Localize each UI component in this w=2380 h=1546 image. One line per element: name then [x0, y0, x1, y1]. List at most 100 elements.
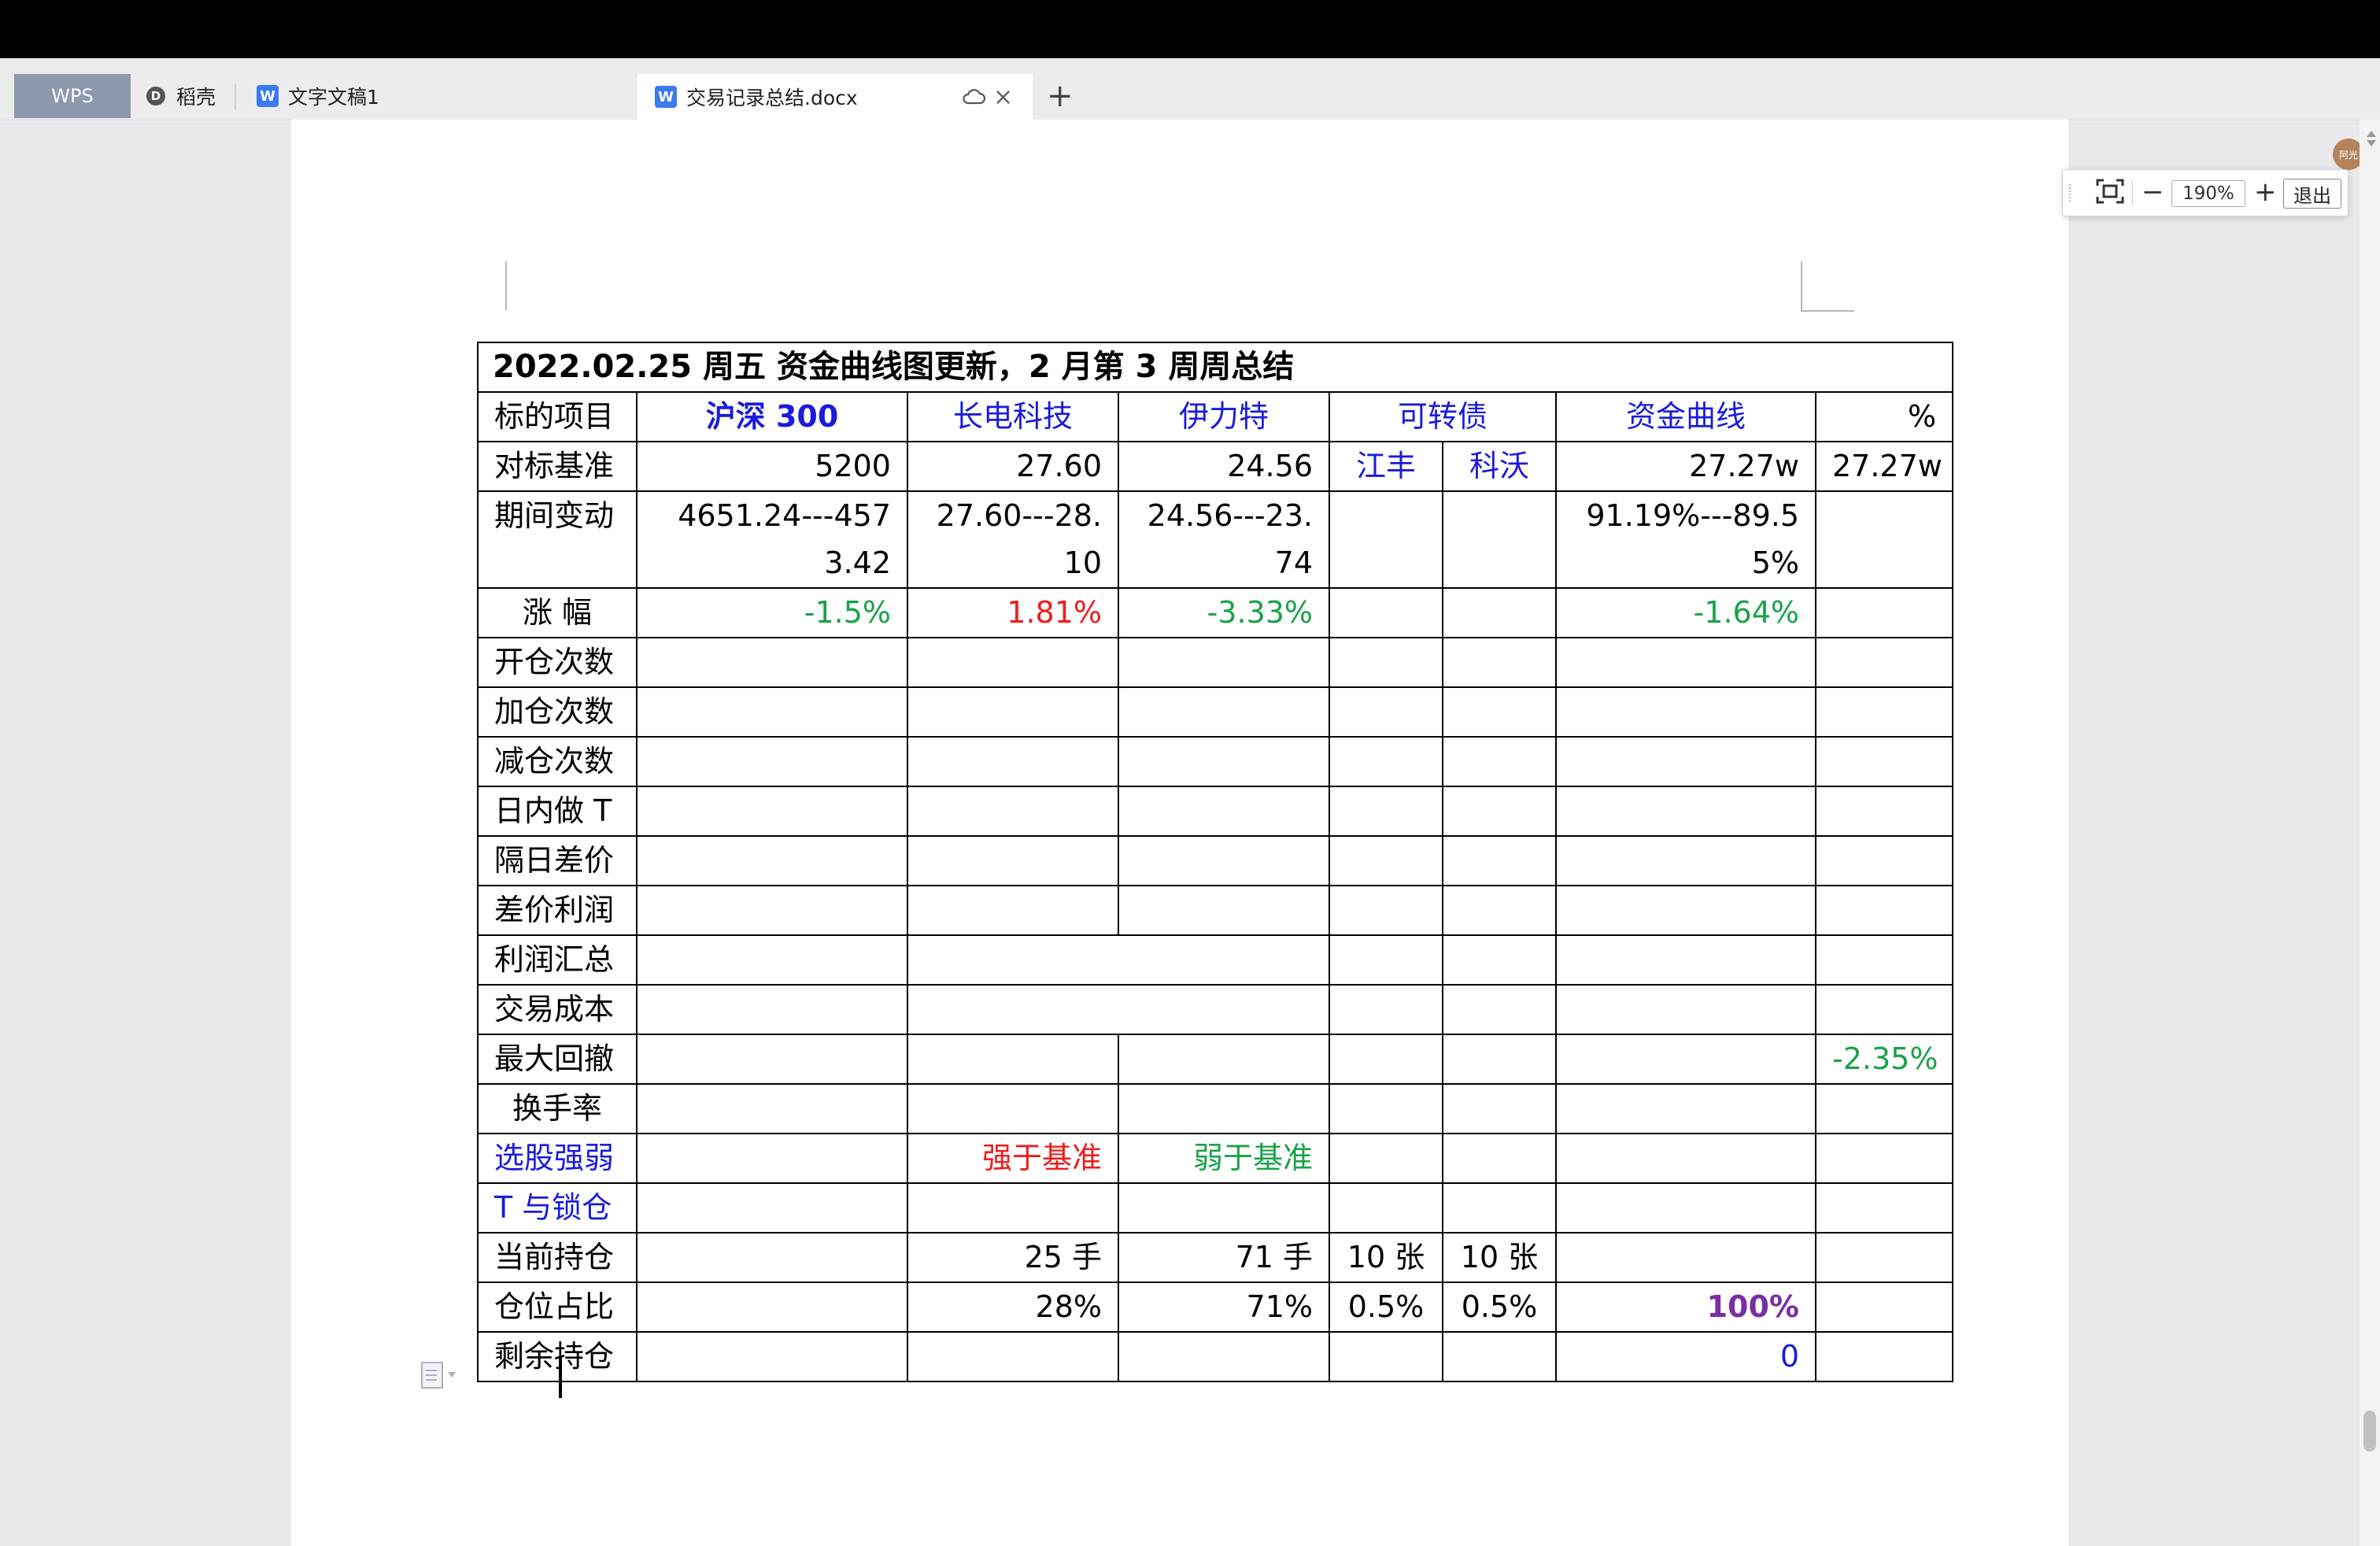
row-label: 交易成本 — [477, 984, 638, 1035]
cloud-icon[interactable] — [962, 74, 985, 120]
table-cell: 25 手 — [907, 1232, 1119, 1283]
table-cell — [1814, 1083, 1954, 1134]
scroll-down-icon[interactable] — [2367, 140, 2376, 146]
tab-doc1[interactable]: W 文字文稿1 — [257, 74, 379, 118]
table-cell — [636, 1232, 908, 1283]
table-row: T 与锁仓 — [477, 1182, 1954, 1233]
table-cell: 27.60 — [907, 441, 1119, 492]
chevron-down-icon[interactable] — [448, 1372, 456, 1378]
table-cell: 27.27w — [1555, 441, 1816, 492]
table-row: 剩余持仓 0 — [477, 1331, 1954, 1382]
table-cell — [636, 934, 908, 986]
table-cell — [636, 1083, 908, 1134]
table-cell — [1555, 1232, 1816, 1283]
row-label: 隔日差价 — [477, 835, 638, 886]
table-row: 利润汇总 — [477, 934, 1954, 986]
table-row: 当前持仓 25 手 71 手 10 张 10 张 — [477, 1232, 1954, 1283]
zoom-level[interactable]: 190% — [2171, 180, 2245, 207]
table-cell — [1118, 786, 1330, 837]
table-cell — [636, 1282, 908, 1333]
table-cell — [636, 686, 908, 738]
table-cell: 28% — [907, 1282, 1119, 1333]
table-row: 选股强弱 强于基准 弱于基准 — [477, 1133, 1954, 1184]
tab-active-document[interactable]: W 交易记录总结.docx × — [638, 74, 1033, 120]
table-cell — [1555, 1083, 1816, 1134]
table-cell: 0.5% — [1329, 1282, 1443, 1333]
table-cell — [907, 637, 1119, 688]
table-cell: -1.5% — [636, 587, 908, 638]
table-cell — [1118, 1083, 1330, 1134]
table-row: 换手率 — [477, 1083, 1954, 1134]
row-label: 剩余持仓 — [477, 1331, 638, 1382]
scroll-up-icon[interactable] — [2367, 131, 2376, 137]
table-cell: 江丰 — [1329, 441, 1443, 492]
table-cell — [1118, 736, 1330, 787]
vertical-scrollbar[interactable] — [2360, 120, 2380, 1546]
table-cell — [636, 637, 908, 688]
table-cell — [1329, 490, 1443, 589]
tab-bar: WPS D 稻壳 W 文字文稿1 W 交易记录总结.docx × + 阿光 — [0, 58, 2380, 170]
top-bar — [0, 0, 2380, 58]
table-cell — [1442, 587, 1557, 638]
table-cell — [907, 786, 1119, 837]
zoom-out-button[interactable]: − — [2142, 175, 2164, 209]
tab-doc1-label: 文字文稿1 — [288, 86, 379, 109]
tab-wps[interactable]: WPS — [14, 74, 131, 118]
table-cell: 27.27w — [1814, 441, 1954, 492]
table-cell — [907, 1083, 1119, 1134]
table-row: 加仓次数 — [477, 686, 1954, 738]
fit-screen-icon[interactable] — [2096, 179, 2124, 204]
table-cell — [1814, 934, 1954, 986]
tab-daoke[interactable]: D 稻壳 — [146, 74, 216, 118]
exit-button[interactable]: 退出 — [2283, 179, 2341, 209]
table-cell — [636, 1034, 908, 1085]
table-row: 涨 幅 -1.5% 1.81% -3.33% -1.64% — [477, 587, 1954, 638]
table-cell: 10 张 — [1329, 1232, 1443, 1283]
row-label: 换手率 — [477, 1083, 638, 1134]
table-cell: 弱于基准 — [1118, 1133, 1330, 1184]
table-cell — [1814, 1282, 1954, 1333]
table-cell — [907, 1182, 1119, 1233]
row-label: 期间变动 — [477, 490, 638, 589]
close-icon[interactable]: × — [993, 74, 1013, 120]
table-cell — [1814, 587, 1954, 638]
table-cell — [1814, 686, 1954, 738]
table-cell — [1814, 736, 1954, 787]
table-cell — [1329, 1083, 1443, 1134]
row-label: T 与锁仓 — [477, 1182, 638, 1233]
table-cell: 0 — [1555, 1331, 1816, 1382]
row-label: 标的项目 — [477, 391, 638, 442]
table-cell — [1555, 1034, 1816, 1085]
row-label: 减仓次数 — [477, 736, 638, 787]
table-cell — [636, 1133, 908, 1184]
table-cell: 10 张 — [1442, 1232, 1557, 1283]
header-convertible: 可转债 — [1329, 391, 1557, 442]
paragraph-icon[interactable] — [421, 1362, 443, 1389]
table-cell — [1814, 1133, 1954, 1184]
table-cell — [1442, 835, 1557, 886]
table-cell — [1814, 1331, 1954, 1382]
table-cell: 71% — [1118, 1282, 1330, 1333]
scrollbar-thumb[interactable] — [2363, 1411, 2376, 1452]
table-cell — [1442, 1331, 1557, 1382]
table-cell: 科沃 — [1442, 441, 1557, 492]
table-cell — [1118, 686, 1330, 738]
table-cell — [907, 984, 1330, 1035]
table-cell — [1118, 1182, 1330, 1233]
table-cell — [1814, 1232, 1954, 1283]
zoom-in-button[interactable]: + — [2254, 175, 2277, 209]
table-cell — [1118, 637, 1330, 688]
table-cell — [1555, 637, 1816, 688]
table-cell: 0.5% — [1442, 1282, 1557, 1333]
table-cell — [1118, 885, 1330, 936]
table-cell — [907, 686, 1119, 738]
header-percent: % — [1814, 391, 1954, 442]
table-cell — [1118, 1331, 1330, 1382]
table-cell — [1442, 1083, 1557, 1134]
table-cell — [1329, 786, 1443, 837]
add-tab-button[interactable]: + — [1047, 74, 1074, 118]
table-cell — [1442, 490, 1557, 589]
table-cell: 5200 — [636, 441, 908, 492]
table-row: 开仓次数 — [477, 637, 1954, 688]
drag-handle[interactable] — [2069, 184, 2075, 202]
